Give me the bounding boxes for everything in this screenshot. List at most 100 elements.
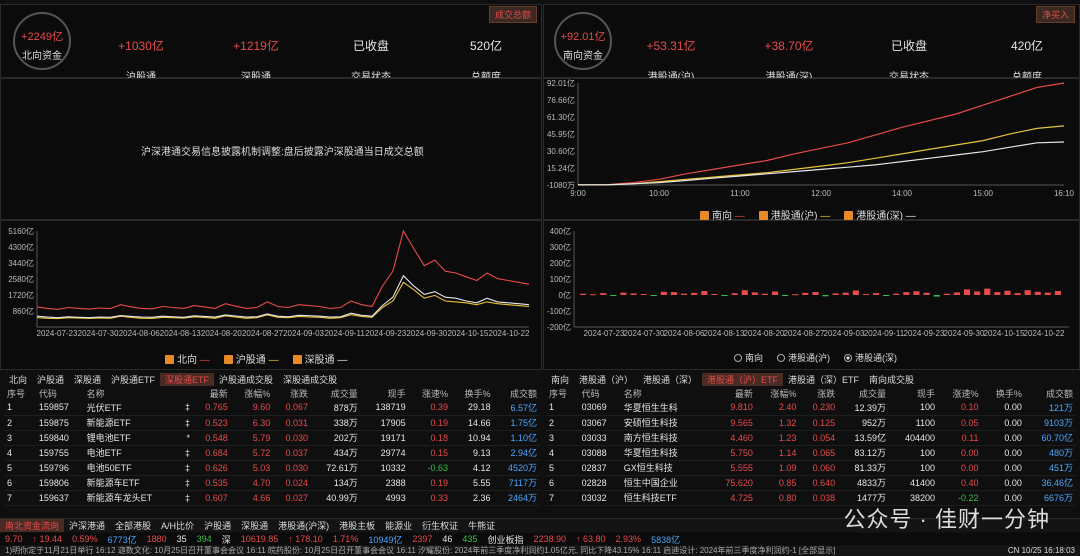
right-tab[interactable]: 南向 (546, 373, 574, 386)
table-row[interactable]: 5 02837 GX恒生科技 5.555 1.09 0.060 81.33万 100 0.00 0… (546, 460, 1076, 475)
table-cell: 华夏恒生生科 (623, 402, 678, 413)
bottom-tab[interactable]: 南北资金流向 (0, 519, 65, 532)
column-header[interactable]: 涨速% (938, 386, 981, 400)
left-tab[interactable]: 沪股通 (32, 373, 69, 386)
left-tab[interactable]: 深股通成交股 (278, 373, 342, 386)
table-cell: 恒生科技ETF (623, 493, 677, 503)
left-tab[interactable]: 北向 (4, 373, 32, 386)
table-row[interactable]: 1 03069 华夏恒生生科 9.810 2.40 0.230 12.39万 100 0.10 0… (546, 400, 1076, 415)
table-row[interactable]: 2 159875 新能源ETF ‡ 0.523 6.30 0.031 338万 17905 0.1… (4, 415, 540, 430)
table-cell: 12.39万 (854, 402, 887, 413)
right-tab[interactable]: 南向成交股 (864, 373, 919, 386)
right-tab[interactable]: 港股通（深）ETF (783, 373, 864, 386)
column-header[interactable]: 涨幅% (231, 386, 273, 400)
north-stat-value: +1030亿 (118, 39, 164, 53)
left-tab[interactable]: 深股通ETF (160, 372, 215, 386)
table-row[interactable]: 3 03033 南方恒生科技 4.460 1.23 0.054 13.59亿 404400 0.… (546, 430, 1076, 445)
table-cell: 404400 (904, 432, 935, 443)
column-header[interactable]: 涨速% (409, 386, 451, 400)
table-cell: 6.57亿 (510, 402, 537, 413)
column-header[interactable]: 序号 (546, 386, 579, 400)
bottom-tab[interactable]: 全部港股 (110, 519, 156, 532)
column-header[interactable]: 成交额 (493, 386, 540, 400)
table-cell: 81.33万 (854, 463, 887, 473)
left-tab[interactable]: 沪股通成交股 (214, 373, 278, 386)
news-ticker[interactable]: 1)明你定于11月21日举行 16:12 迦数文化: 10月25日召开董事会会议… (0, 545, 1003, 556)
bar (822, 295, 829, 297)
right-tab[interactable]: 港股通（沪） (574, 373, 638, 386)
column-header[interactable]: 换手% (981, 386, 1024, 400)
column-header[interactable]: 成交额 (1025, 386, 1076, 400)
series-line (578, 125, 1065, 186)
column-header[interactable]: 最新 (193, 386, 231, 400)
radio-south-sz[interactable]: 港股通(深) (844, 351, 897, 364)
table-row[interactable]: 4 03088 华夏恒生科技 5.750 1.14 0.065 83.12万 100 0.00 0… (546, 445, 1076, 460)
column-header[interactable]: 最新 (710, 386, 756, 400)
bar (670, 292, 677, 295)
table-cell: 0.548 (205, 432, 228, 443)
legend-item[interactable]: 深股通 — (292, 351, 347, 366)
column-header[interactable]: 代码 (579, 386, 621, 400)
bar (994, 292, 1001, 295)
column-header[interactable]: 现手 (889, 386, 938, 400)
turnover-total-button[interactable]: 成交总额 (488, 6, 537, 23)
table-cell: 电池50ETF (86, 463, 132, 473)
table-row[interactable]: 6 159806 新能源车ETF ‡ 0.535 4.70 0.024 134万 2388 0.1… (4, 475, 540, 490)
ticker-value: 2397 (412, 534, 433, 544)
left-tab[interactable]: 深股通 (69, 373, 106, 386)
bottom-tab[interactable]: 沪深港通 (64, 519, 110, 532)
table-cell: * (186, 432, 190, 443)
table-row[interactable]: 6 02828 恒生中国企业 75.620 0.85 0.640 4833万 41400 0.4… (546, 475, 1076, 490)
bar (862, 294, 869, 295)
table-row[interactable]: 5 159796 电池50ETF ‡ 0.626 5.03 0.030 72.61万 10332… (4, 460, 540, 475)
bottom-tab[interactable]: 港股通(沪深) (273, 519, 334, 532)
bottom-tab[interactable]: 深股通 (236, 519, 273, 532)
column-header[interactable]: 名称 (621, 386, 703, 400)
column-header[interactable]: 涨幅% (756, 386, 799, 400)
net-buy-button[interactable]: 净买入 (1035, 6, 1075, 23)
table-cell: 电池ETF (86, 448, 122, 458)
bottom-tab[interactable]: 牛熊证 (463, 519, 500, 532)
y-tick-label: 2580亿 (8, 274, 34, 284)
right-tab[interactable]: 港股通（沪）ETF (702, 372, 784, 386)
column-header[interactable]: 换手% (451, 386, 493, 400)
left-tab[interactable]: 沪股通ETF (106, 373, 160, 386)
table-row[interactable]: 1 159857 光伏ETF ‡ 0.765 9.60 0.067 878万 138719 0.3… (4, 400, 540, 415)
bottom-tab[interactable]: 能源业 (380, 519, 417, 532)
table-cell: 159796 (38, 462, 69, 473)
bottom-tab[interactable]: 港股主板 (334, 519, 380, 532)
bottom-tab[interactable]: 衍生权证 (417, 519, 463, 532)
table-row[interactable]: 2 03067 安硕恒生科技 9.565 1.32 0.125 952万 1100 0.05 0.… (546, 415, 1076, 430)
table-cell: 03088 (581, 447, 607, 458)
bottom-tab[interactable]: 沪股通 (199, 519, 236, 532)
table-cell: 1 (549, 402, 555, 413)
table-cell: -0.63 (427, 462, 449, 473)
table-row[interactable]: 3 159840 锂电池ETF * 0.548 5.79 0.030 202万 19171 0.1… (4, 430, 540, 445)
table-cell: 0.024 (285, 477, 309, 488)
bottom-tab[interactable]: A/H比价 (156, 519, 199, 532)
column-header[interactable]: 涨跌 (799, 386, 838, 400)
table-row[interactable]: 7 159637 新能源车龙头ET ‡ 0.607 4.66 0.027 40.99万 4993… (4, 490, 540, 505)
column-header[interactable] (178, 386, 193, 400)
table-cell: 03069 (581, 402, 607, 413)
right-tab[interactable]: 港股通（深） (638, 373, 702, 386)
column-header[interactable]: 现手 (361, 386, 409, 400)
column-header[interactable]: 代码 (36, 386, 84, 400)
column-header[interactable]: 序号 (4, 386, 36, 400)
table-row[interactable]: 4 159755 电池ETF ‡ 0.684 5.72 0.037 434万 29774 0.15… (4, 445, 540, 460)
radio-south[interactable]: 南向 (734, 351, 763, 364)
column-header[interactable]: 成交量 (311, 386, 361, 400)
legend-item[interactable]: 沪股通 — (223, 351, 279, 366)
table-cell: 4.70 (252, 477, 271, 488)
column-header[interactable]: 成交量 (838, 386, 889, 400)
table-cell: ‡ (184, 492, 190, 503)
table-cell: 1100 (915, 417, 935, 428)
radio-south-sh[interactable]: 港股通(沪) (777, 351, 830, 364)
table-cell (702, 460, 710, 475)
legend-item[interactable]: 北向 — (165, 351, 210, 366)
column-header[interactable]: 涨跌 (273, 386, 311, 400)
column-header[interactable] (702, 386, 710, 400)
column-header[interactable]: 名称 (84, 386, 179, 400)
y-tick-label: 92.01亿 (547, 79, 575, 88)
table-cell: 159857 (38, 402, 69, 413)
